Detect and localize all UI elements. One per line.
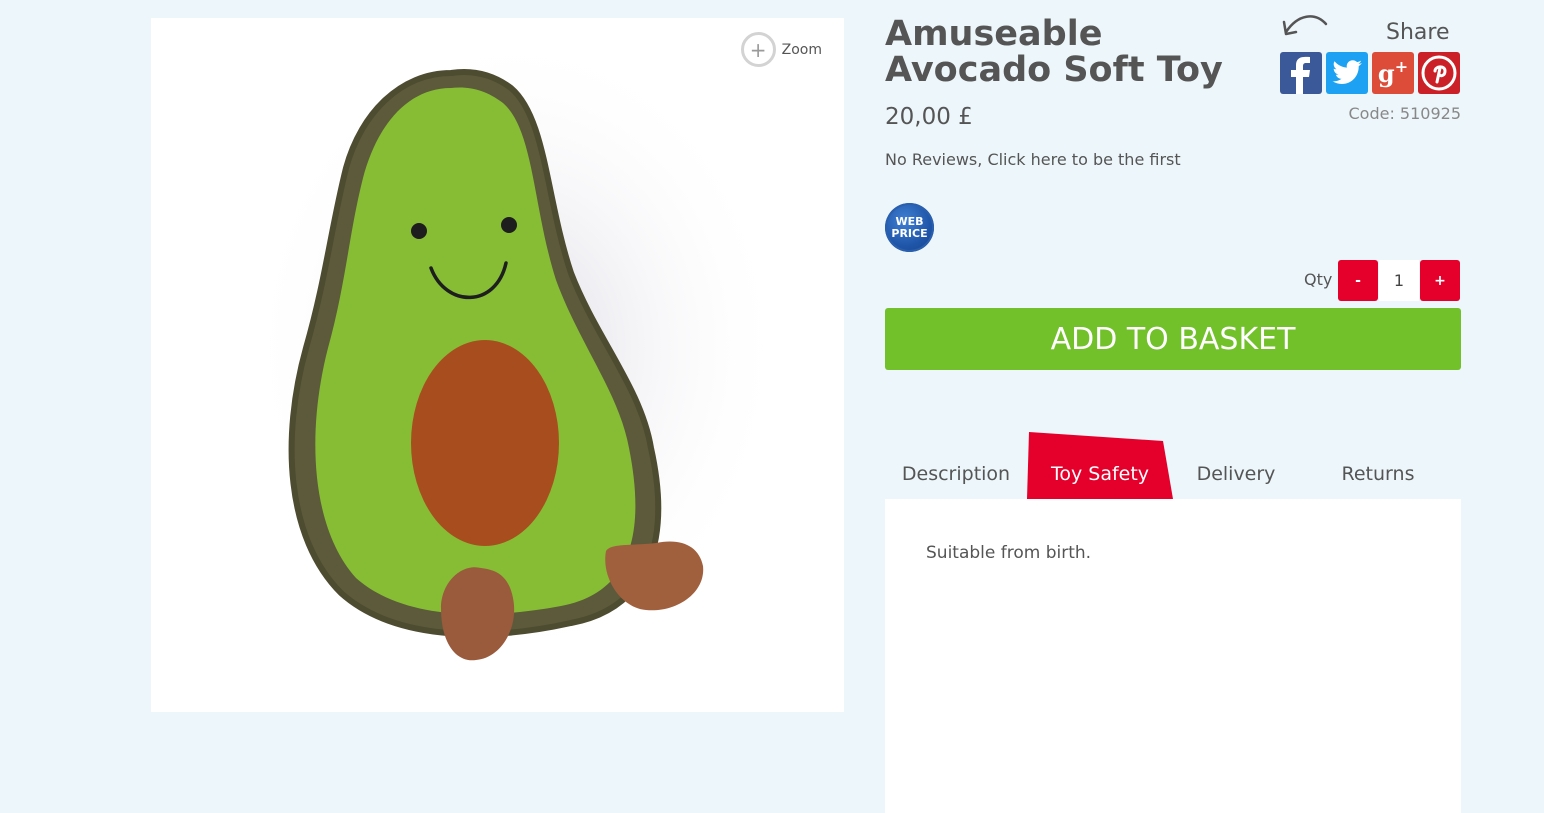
twitter-icon	[1326, 52, 1368, 94]
tab-delivery[interactable]: Delivery	[1173, 432, 1299, 499]
add-to-basket-button[interactable]: ADD TO BASKET	[885, 308, 1461, 370]
curved-arrow-icon	[1282, 15, 1328, 36]
twitter-share-button[interactable]	[1326, 52, 1368, 94]
tab-content-panel: Suitable from birth.	[885, 499, 1461, 813]
share-area: Share g + Code: 510925	[1280, 12, 1461, 132]
qty-decrease-button[interactable]: -	[1338, 260, 1378, 301]
tab-label: Returns	[1341, 463, 1415, 485]
tab-label: Toy Safety	[1050, 463, 1150, 485]
product-tabs: Description Toy Safety Delivery Returns	[885, 432, 1461, 499]
product-title: Amuseable Avocado Soft Toy	[885, 14, 1223, 90]
zoom-button[interactable]: + Zoom	[740, 32, 822, 67]
reviews-link[interactable]: No Reviews, Click here to be the first	[885, 150, 1181, 169]
tab-toy-safety[interactable]: Toy Safety	[1027, 432, 1173, 499]
facebook-share-button[interactable]	[1280, 52, 1322, 94]
tab-description[interactable]: Description	[885, 432, 1027, 499]
google-plus-share-button[interactable]: g +	[1372, 52, 1414, 94]
product-image-panel: + Zoom	[151, 18, 844, 712]
web-price-badge: WEB PRICE	[885, 203, 934, 252]
web-price-badge-text: WEB PRICE	[891, 214, 928, 240]
product-page: + Zoom Amuseable Avocado Soft Toy 20,00 …	[0, 0, 1544, 813]
qty-increase-button[interactable]: +	[1420, 260, 1460, 301]
tab-label: Description	[901, 463, 1011, 485]
product-photo[interactable]	[151, 18, 844, 712]
pinterest-share-button[interactable]	[1418, 52, 1460, 94]
facebook-icon	[1280, 52, 1322, 94]
tab-content-text: Suitable from birth.	[926, 543, 1092, 563]
share-label: Share	[1386, 20, 1450, 45]
zoom-label: Zoom	[781, 41, 822, 58]
pinterest-icon	[1418, 52, 1460, 94]
qty-input[interactable]	[1379, 260, 1419, 301]
product-code: Code: 510925	[1348, 104, 1461, 123]
tab-label: Delivery	[1196, 463, 1276, 485]
plus-circle-icon: +	[740, 32, 776, 67]
product-price: 20,00 £	[885, 104, 973, 130]
qty-label: Qty	[1304, 270, 1333, 289]
google-plus-icon: g +	[1377, 56, 1409, 88]
tab-returns[interactable]: Returns	[1307, 432, 1449, 499]
